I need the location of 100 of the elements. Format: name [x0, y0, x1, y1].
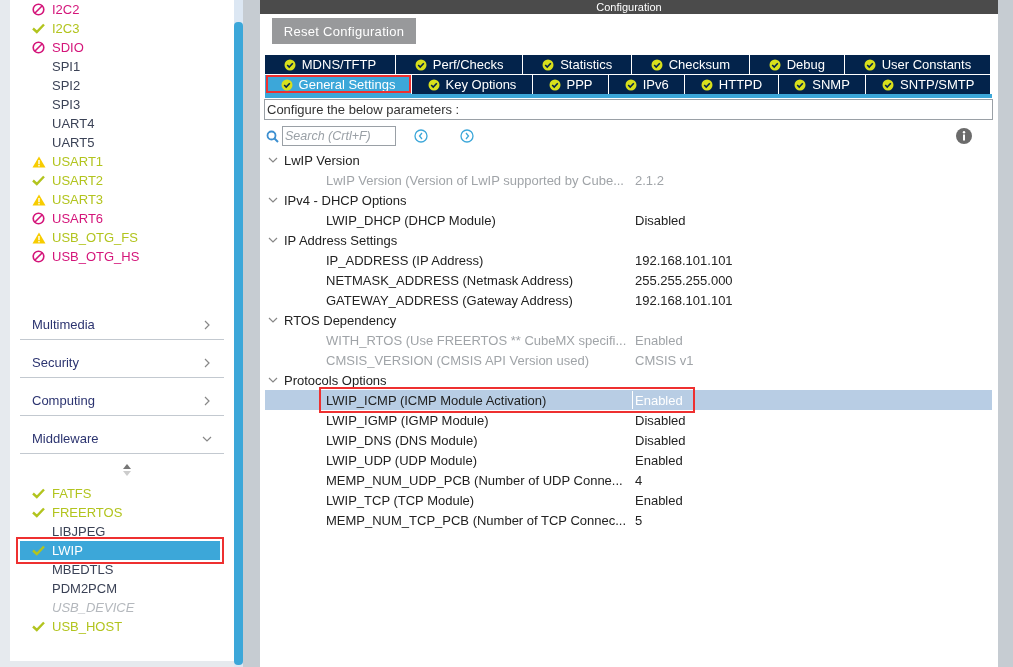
sidebar-item[interactable]: LIBJPEG	[32, 522, 224, 541]
chevron-right-icon	[202, 319, 212, 330]
tab[interactable]: User Constants	[844, 54, 991, 74]
sidebar-item[interactable]: MBEDTLS	[32, 560, 224, 579]
tab[interactable]: MDNS/TFTP	[265, 54, 396, 74]
parameter-name: LWIP_IGMP (IGMP Module)	[326, 412, 490, 428]
blocked-icon	[32, 212, 45, 225]
sidebar-item[interactable]: SPI1	[32, 57, 224, 76]
parameter-value: Disabled	[635, 212, 687, 228]
tab[interactable]: Statistics	[523, 54, 632, 74]
tab[interactable]: Checksum	[631, 54, 750, 74]
parameter-name: IP_ADDRESS (IP Address)	[326, 252, 485, 268]
blocked-icon	[32, 250, 45, 263]
warning-icon	[32, 231, 46, 244]
sort-icon[interactable]	[123, 464, 131, 476]
group-header[interactable]: IPv4 - DHCP Options	[268, 190, 998, 210]
sidebar-item[interactable]: USB_OTG_HS	[32, 247, 224, 266]
chevron-down-icon	[268, 155, 278, 165]
sidebar-item[interactable]: I2C2	[32, 0, 224, 19]
tab[interactable]: HTTPD	[685, 74, 779, 94]
parameter-row[interactable]: MEMP_NUM_UDP_PCB (Number of UDP Conne... 4	[265, 470, 992, 490]
parameter-row[interactable]: LWIP_TCP (TCP Module) Enabled	[265, 490, 992, 510]
parameter-row[interactable]: NETMASK_ADDRESS (Netmask Address) 255.255.255.000	[265, 270, 992, 290]
category-header[interactable]: Middleware	[20, 416, 224, 454]
check-circle-icon	[863, 58, 876, 71]
parameter-name: LWIP_TCP (TCP Module)	[326, 492, 476, 508]
group-header[interactable]: IP Address Settings	[268, 230, 998, 250]
search-icon	[266, 129, 279, 143]
category-header[interactable]: Security	[20, 340, 224, 378]
check-circle-icon	[427, 78, 440, 91]
tab[interactable]: SNTP/SMTP	[866, 74, 991, 94]
sidebar-item[interactable]: PDM2PCM	[32, 579, 224, 598]
parameter-row[interactable]: LWIP_UDP (UDP Module) Enabled	[265, 450, 992, 470]
group-header[interactable]: LwIP Version	[268, 150, 998, 170]
warning-icon	[32, 155, 46, 168]
parameter-value: 192.168.101.101	[635, 292, 733, 308]
check-circle-icon	[548, 78, 561, 91]
search-field[interactable]: Search (Crtl+F)	[282, 126, 396, 146]
check-icon	[32, 175, 45, 186]
description-text: Configure the below parameters :	[264, 99, 993, 120]
group-header[interactable]: RTOS Dependency	[268, 310, 998, 330]
blocked-icon	[32, 41, 45, 54]
parameter-name: LWIP_ICMP (ICMP Module Activation)	[326, 392, 548, 408]
group-header[interactable]: Protocols Options	[268, 370, 998, 390]
chevron-down-icon	[268, 315, 278, 325]
check-circle-icon	[700, 78, 713, 91]
parameter-value: Enabled	[635, 332, 684, 348]
parameter-value: 2.1.2	[635, 172, 665, 188]
info-icon[interactable]	[956, 128, 972, 144]
parameter-value: CMSIS v1	[635, 352, 694, 368]
blocked-icon	[32, 3, 45, 16]
tab[interactable]: Perf/Checks	[395, 54, 524, 74]
parameter-name: WITH_RTOS (Use FREERTOS ** CubeMX specifi...	[326, 332, 628, 348]
check-circle-icon	[624, 78, 637, 91]
sidebar-item[interactable]: USART6	[32, 209, 224, 228]
parameter-name: MEMP_NUM_TCP_PCB (Number of TCP Connec...	[326, 512, 628, 528]
parameter-row[interactable]: LWIP_IGMP (IGMP Module) Disabled	[265, 410, 992, 430]
previous-button[interactable]	[414, 129, 428, 143]
sidebar-item[interactable]: UART4	[32, 114, 224, 133]
check-circle-icon	[794, 78, 807, 91]
parameter-row[interactable]: GATEWAY_ADDRESS (Gateway Address) 192.168.101.101	[265, 290, 992, 310]
parameter-row[interactable]: LWIP_ICMP (ICMP Module Activation) Enabled	[265, 390, 992, 410]
tab[interactable]: Debug	[749, 54, 845, 74]
chevron-down-icon	[268, 375, 278, 385]
chevron-right-icon	[202, 395, 212, 406]
chevron-down-icon	[268, 235, 278, 245]
check-icon	[32, 488, 45, 499]
chevron-down-icon	[268, 195, 278, 205]
scrollbar-thumb[interactable]	[234, 22, 243, 665]
tab[interactable]: IPv6	[609, 74, 686, 94]
parameter-row[interactable]: MEMP_NUM_TCP_PCB (Number of TCP Connec... 5	[265, 510, 992, 530]
sidebar-item[interactable]: SPI3	[32, 95, 224, 114]
parameter-value: 192.168.101.101	[635, 252, 733, 268]
parameter-row[interactable]: LWIP_DHCP (DHCP Module) Disabled	[265, 210, 992, 230]
category-header[interactable]: Computing	[20, 378, 224, 416]
parameter-value: Disabled	[635, 412, 687, 428]
parameter-row[interactable]: LWIP_DNS (DNS Module) Disabled	[265, 430, 992, 450]
parameter-value: Enabled	[635, 392, 684, 408]
check-icon	[32, 23, 45, 34]
parameter-value: Disabled	[635, 432, 687, 448]
check-circle-icon	[650, 58, 663, 71]
tab[interactable]: SNMP	[778, 74, 867, 94]
next-button[interactable]	[460, 129, 474, 143]
parameter-name: LWIP_UDP (UDP Module)	[326, 452, 478, 468]
parameter-name: CMSIS_VERSION (CMSIS API Version used)	[326, 352, 590, 368]
category-header[interactable]: Multimedia	[20, 302, 224, 340]
tab[interactable]: PPP	[532, 74, 610, 94]
tab[interactable]: Key Options	[412, 74, 533, 94]
panel-title: Configuration	[260, 0, 998, 14]
parameter-row[interactable]: IP_ADDRESS (IP Address) 192.168.101.101	[265, 250, 992, 270]
sidebar-item[interactable]: UART5	[32, 133, 224, 152]
parameter-value: 255.255.255.000	[635, 272, 733, 288]
parameter-value: 5	[635, 512, 644, 528]
check-icon	[32, 507, 45, 518]
sidebar-item[interactable]: SDIO	[32, 38, 224, 57]
sidebar-item[interactable]: SPI2	[32, 76, 224, 95]
check-circle-icon	[768, 58, 781, 71]
parameter-value: Enabled	[635, 452, 684, 468]
check-icon	[32, 621, 45, 632]
parameter-value: 4	[635, 472, 644, 488]
